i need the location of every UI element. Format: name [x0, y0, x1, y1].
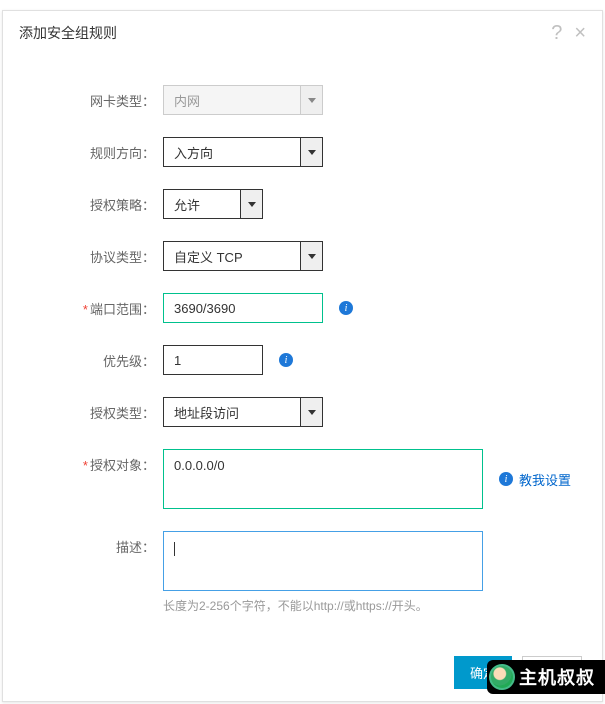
info-icon[interactable]: i	[499, 472, 513, 486]
modal-add-security-rule: 添加安全组规则 ? × 网卡类型： 内网 规则方向： 入方向	[2, 10, 603, 702]
description-block: 长度为2-256个字符，不能以http://或https://开头。	[163, 531, 483, 614]
textarea-description[interactable]	[163, 531, 483, 591]
chevron-down-icon[interactable]	[240, 190, 262, 218]
label-port-range: *端口范围：	[43, 293, 163, 318]
row-auth-type: 授权类型： 地址段访问	[43, 397, 562, 427]
select-nic-type-value: 内网	[174, 91, 200, 110]
teach-me-link[interactable]: 教我设置	[519, 470, 571, 489]
watermark-badge: 主机叔叔	[487, 660, 605, 694]
text-cursor-icon	[174, 542, 175, 556]
watermark-text: 主机叔叔	[519, 664, 595, 690]
label-nic-type: 网卡类型：	[43, 85, 163, 110]
row-port-range: *端口范围： i	[43, 293, 562, 323]
label-priority: 优先级：	[43, 345, 163, 370]
help-icon[interactable]: ?	[551, 23, 562, 43]
chevron-down-icon[interactable]	[300, 138, 322, 166]
select-policy-value: 允许	[174, 195, 200, 214]
row-description: 描述： 长度为2-256个字符，不能以http://或https://开头。	[43, 531, 562, 614]
input-port-range[interactable]	[163, 293, 323, 323]
label-description: 描述：	[43, 531, 163, 556]
modal-header: 添加安全组规则 ? ×	[3, 11, 602, 55]
label-auth-object: *授权对象：	[43, 449, 163, 474]
select-auth-type[interactable]: 地址段访问	[163, 397, 323, 427]
info-icon[interactable]: i	[339, 301, 353, 315]
select-policy[interactable]: 允许	[163, 189, 263, 219]
watermark-avatar-icon	[489, 664, 515, 690]
select-protocol[interactable]: 自定义 TCP	[163, 241, 323, 271]
label-auth-type: 授权类型：	[43, 397, 163, 422]
textarea-auth-object[interactable]: 0.0.0.0/0	[163, 449, 483, 509]
select-protocol-value: 自定义 TCP	[174, 247, 243, 266]
select-direction[interactable]: 入方向	[163, 137, 323, 167]
row-auth-object: *授权对象： 0.0.0.0/0 i 教我设置	[43, 449, 562, 509]
modal-header-actions: ? ×	[551, 23, 586, 43]
chevron-down-icon	[300, 86, 322, 114]
select-nic-type: 内网	[163, 85, 323, 115]
label-policy: 授权策略：	[43, 189, 163, 214]
select-auth-type-value: 地址段访问	[174, 403, 239, 422]
description-hint: 长度为2-256个字符，不能以http://或https://开头。	[163, 597, 483, 614]
row-nic-type: 网卡类型： 内网	[43, 85, 562, 115]
chevron-down-icon[interactable]	[300, 242, 322, 270]
row-protocol: 协议类型： 自定义 TCP	[43, 241, 562, 271]
input-priority[interactable]	[163, 345, 263, 375]
row-priority: 优先级： i	[43, 345, 562, 375]
select-direction-value: 入方向	[174, 143, 213, 162]
row-direction: 规则方向： 入方向	[43, 137, 562, 167]
row-policy: 授权策略： 允许	[43, 189, 562, 219]
form-body: 网卡类型： 内网 规则方向： 入方向	[3, 55, 602, 614]
label-direction: 规则方向：	[43, 137, 163, 162]
label-protocol: 协议类型：	[43, 241, 163, 266]
modal-title: 添加安全组规则	[19, 23, 117, 43]
close-icon[interactable]: ×	[574, 23, 586, 43]
info-icon[interactable]: i	[279, 353, 293, 367]
chevron-down-icon[interactable]	[300, 398, 322, 426]
